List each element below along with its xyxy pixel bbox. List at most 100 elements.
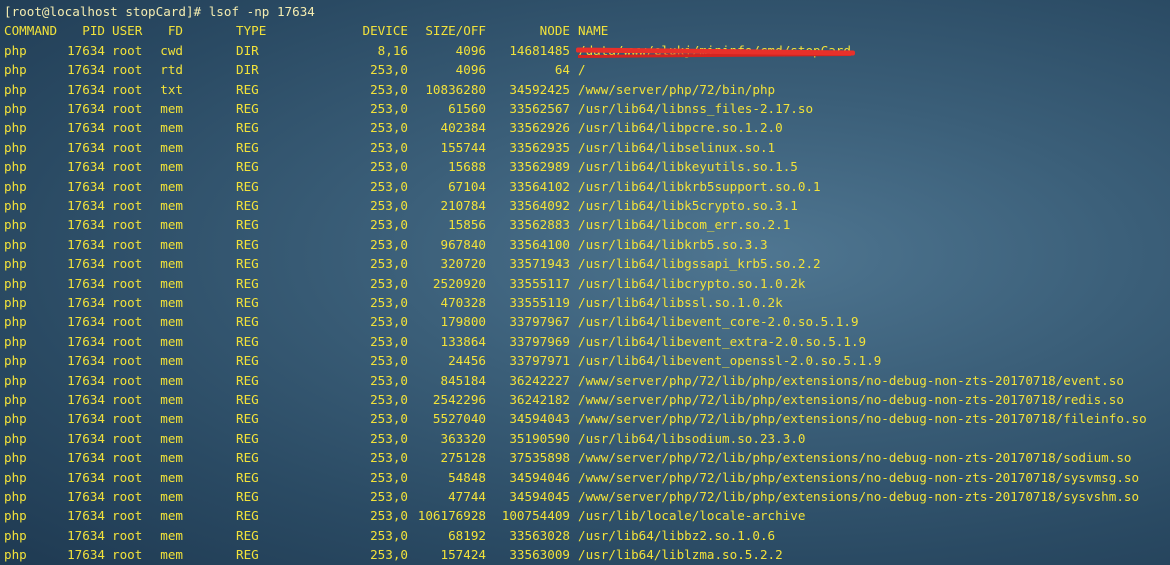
cell-user: root — [112, 430, 143, 446]
cell-name: / — [578, 62, 586, 78]
cell-pid: 17634 — [67, 120, 105, 136]
header-command: COMMAND — [4, 23, 58, 39]
cell-type: REG — [236, 392, 259, 407]
cell-name: /usr/lib64/libk5crypto.so.3.1 — [578, 198, 798, 213]
cell-user: root — [112, 353, 143, 369]
cell-node: 33562883 — [509, 217, 570, 233]
cell-pid: 17634 — [67, 275, 105, 291]
cell-pid: 17634 — [67, 372, 105, 388]
cell-device: 253,0 — [370, 101, 408, 116]
cell-size: 967840 — [440, 236, 487, 252]
cell-command: php — [4, 469, 27, 485]
cell-size: 157424 — [440, 547, 487, 563]
cell-node: 33555119 — [509, 295, 570, 310]
cell-type: REG — [236, 159, 259, 175]
cell-device: 8,16 — [377, 42, 408, 58]
cell-node: 100754409 — [501, 508, 570, 524]
table-row: php 17634 root mem REG 253,0 67104 33564102/usr… — [0, 177, 1170, 196]
cell-type: REG — [236, 411, 259, 427]
cell-user: root — [112, 469, 143, 485]
cell-user: root — [112, 508, 143, 524]
cell-user: root — [112, 333, 143, 349]
cell-user: root — [112, 198, 143, 213]
cell-name: /usr/lib64/libcrypto.so.1.0.2k — [578, 275, 806, 291]
table-row: php 17634 root mem REG 253,0 210784 33564092/us… — [0, 196, 1170, 215]
terminal-window[interactable]: [root@localhost stopCard]# lsof -np 1763… — [0, 0, 1170, 565]
cell-fd: mem — [160, 392, 183, 407]
cell-command: php — [4, 81, 27, 97]
cell-command: php — [4, 101, 27, 116]
cell-command: php — [4, 120, 27, 136]
table-row: php 17634 root mem REG 253,0 133864 33797969/us… — [0, 332, 1170, 351]
cell-user: root — [112, 450, 143, 466]
cell-pid: 17634 — [67, 139, 105, 155]
cell-fd: mem — [160, 469, 183, 485]
cell-node: 33564092 — [509, 198, 570, 213]
header-fd: FD — [167, 23, 183, 39]
cell-fd: mem — [160, 217, 183, 233]
cell-node: 34594043 — [509, 411, 570, 427]
cell-user: root — [112, 139, 143, 155]
cell-size: 10836280 — [425, 81, 486, 97]
cell-type: REG — [236, 295, 259, 310]
cell-device: 253,0 — [370, 353, 408, 369]
cell-size: 106176928 — [417, 508, 486, 524]
cell-fd: rtd — [160, 62, 183, 78]
cell-node: 33564100 — [509, 236, 570, 252]
cell-user: root — [112, 314, 143, 330]
cell-type: REG — [236, 101, 259, 116]
table-row: php 17634 root mem REG 253,0 845184 36242227/ww… — [0, 371, 1170, 390]
cell-node: 64 — [554, 62, 570, 78]
table-row: php 17634 root rtd DIR 253,0 4096 64 / — [0, 60, 1170, 79]
cell-pid: 17634 — [67, 159, 105, 175]
cell-device: 253,0 — [370, 139, 408, 155]
cell-fd: mem — [160, 159, 183, 175]
cell-node: 33562989 — [509, 159, 570, 175]
cell-pid: 17634 — [67, 81, 105, 97]
cell-pid: 17634 — [67, 450, 105, 466]
header-node: NODE — [539, 23, 570, 39]
cell-name: /data/www/elukj/mininfo/cmd/stopCard — [578, 41, 851, 60]
cell-type: DIR — [236, 62, 259, 78]
cell-user: root — [112, 81, 143, 97]
cell-pid: 17634 — [67, 101, 105, 116]
table-row: php 17634 root mem REG 253,0 155744 33562935/us… — [0, 138, 1170, 157]
cell-type: REG — [236, 547, 259, 563]
cell-fd: mem — [160, 508, 183, 524]
cell-name: /usr/lib64/liblzma.so.5.2.2 — [578, 547, 783, 563]
cell-name: /usr/lib64/libbz2.so.1.0.6 — [578, 527, 776, 543]
cell-node: 33797967 — [509, 314, 570, 330]
cell-type: REG — [236, 217, 259, 233]
cell-node: 36242227 — [509, 372, 570, 388]
cell-device: 253,0 — [370, 392, 408, 407]
cell-fd: mem — [160, 236, 183, 252]
header-type: TYPE — [236, 23, 267, 39]
cell-command: php — [4, 411, 27, 427]
cell-device: 253,0 — [370, 372, 408, 388]
cell-command: php — [4, 198, 27, 213]
cell-device: 253,0 — [370, 469, 408, 485]
table-header: COMMAND PID USER FD TYPE DEVICE SIZE/OFF… — [0, 21, 1170, 40]
cell-device: 253,0 — [370, 256, 408, 272]
cell-user: root — [112, 275, 143, 291]
cell-name: /usr/lib64/libevent_extra-2.0.so.5.1.9 — [578, 333, 867, 349]
cell-size: 5527040 — [432, 411, 486, 427]
cell-name: /usr/lib64/libsodium.so.23.3.0 — [578, 430, 806, 446]
cell-size: 133864 — [440, 333, 487, 349]
cell-type: REG — [236, 489, 259, 504]
cell-fd: txt — [160, 81, 183, 97]
cell-device: 253,0 — [370, 430, 408, 446]
cell-device: 253,0 — [370, 489, 408, 504]
cell-pid: 17634 — [67, 489, 105, 504]
table-row: php 17634 root mem REG 253,0 54848 34594046/www… — [0, 468, 1170, 487]
cell-name: /www/server/php/72/lib/php/extensions/no… — [578, 372, 1124, 388]
cell-pid: 17634 — [67, 314, 105, 330]
cell-device: 253,0 — [370, 81, 408, 97]
table-row: php 17634 root mem REG 253,0 470328 33555119/us… — [0, 293, 1170, 312]
cell-size: 2542296 — [432, 392, 486, 407]
cell-device: 253,0 — [370, 314, 408, 330]
cell-command: php — [4, 42, 27, 58]
cell-device: 253,0 — [370, 178, 408, 194]
table-row: php 17634 root cwd DIR 8,16 4096 14681485/data/… — [0, 41, 1170, 60]
table-row: php 17634 root mem REG 253,0 5527040 34594043/w… — [0, 409, 1170, 428]
